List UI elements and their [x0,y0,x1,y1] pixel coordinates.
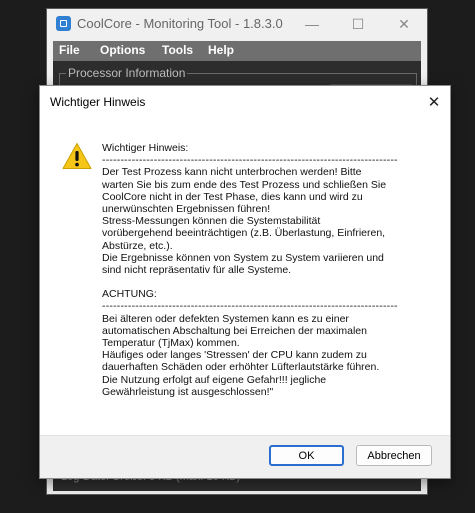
menu-options[interactable]: Options [100,43,145,57]
menu-tools[interactable]: Tools [162,43,193,57]
close-icon[interactable]: ✕ [381,9,427,39]
group-title: Processor Information [66,66,188,80]
message-line: CoolCore nicht in der Test Phase, dies k… [102,190,363,203]
dialog-close-icon[interactable]: ✕ [418,86,450,118]
app-title: CoolCore - Monitoring Tool - 1.8.3.0 [77,16,283,31]
menu-help[interactable]: Help [208,43,234,57]
message-line: vorübergehend beeinträchtigen (z.B. Über… [102,227,386,240]
message-line: warten Sie bis zum ende des Test Prozess… [102,178,387,191]
message-heading: Wichtiger Hinweis: [102,142,189,154]
message-line: sind nicht repräsentativ für alle System… [102,264,292,277]
minimize-icon[interactable]: — [289,9,335,39]
dialog-footer: OK Abbrechen [40,435,450,478]
message-line: unerwünschten Ergebnissen führen! [102,203,271,216]
message-line: Der Test Prozess kann nicht unterbrochen… [102,166,362,179]
message-line: Abstürze, etc.). [102,239,173,252]
dialog-title: Wichtiger Hinweis [50,95,146,109]
message-separator-2: ----------------------------------------… [102,300,398,313]
message-line: dauerhaften Schäden oder erhöhter Lüfter… [102,361,380,374]
app-titlebar[interactable]: CoolCore - Monitoring Tool - 1.8.3.0 — ☐… [47,9,427,39]
message-line: Temperatur (TjMax) kommen. [102,337,240,350]
message-line: Die Ergebnisse können von System zu Syst… [102,251,384,264]
message-line: Stress-Messungen können die Systemstabil… [102,215,321,228]
dialog-titlebar[interactable]: Wichtiger Hinweis ✕ [40,86,450,118]
cancel-button[interactable]: Abbrechen [356,445,432,466]
message-line: Häufiges oder langes 'Stressen' der CPU … [102,349,367,362]
maximize-icon[interactable]: ☐ [335,9,381,39]
dialog-message: Wichtiger Hinweis: ---------------------… [102,142,432,398]
ok-button[interactable]: OK [269,445,344,466]
message-line: Gewährleistung ist ausgeschlossen!" [102,385,274,398]
message-line: Die Nutzung erfolgt auf eigene Gefahr!!!… [102,373,327,386]
menubar: File Options Tools Help [53,41,421,61]
message-heading-2: ACHTUNG: [102,288,157,301]
message-line: automatischen Abschaltung bei Erreichen … [102,324,367,337]
message-separator: ----------------------------------------… [102,154,398,167]
menu-file[interactable]: File [59,43,80,57]
warning-icon [62,143,92,169]
warning-dialog: Wichtiger Hinweis ✕ Wichtiger Hinweis: -… [39,85,451,479]
message-line: Bei älteren oder defekten Systemen kann … [102,312,349,325]
app-icon [56,16,71,31]
